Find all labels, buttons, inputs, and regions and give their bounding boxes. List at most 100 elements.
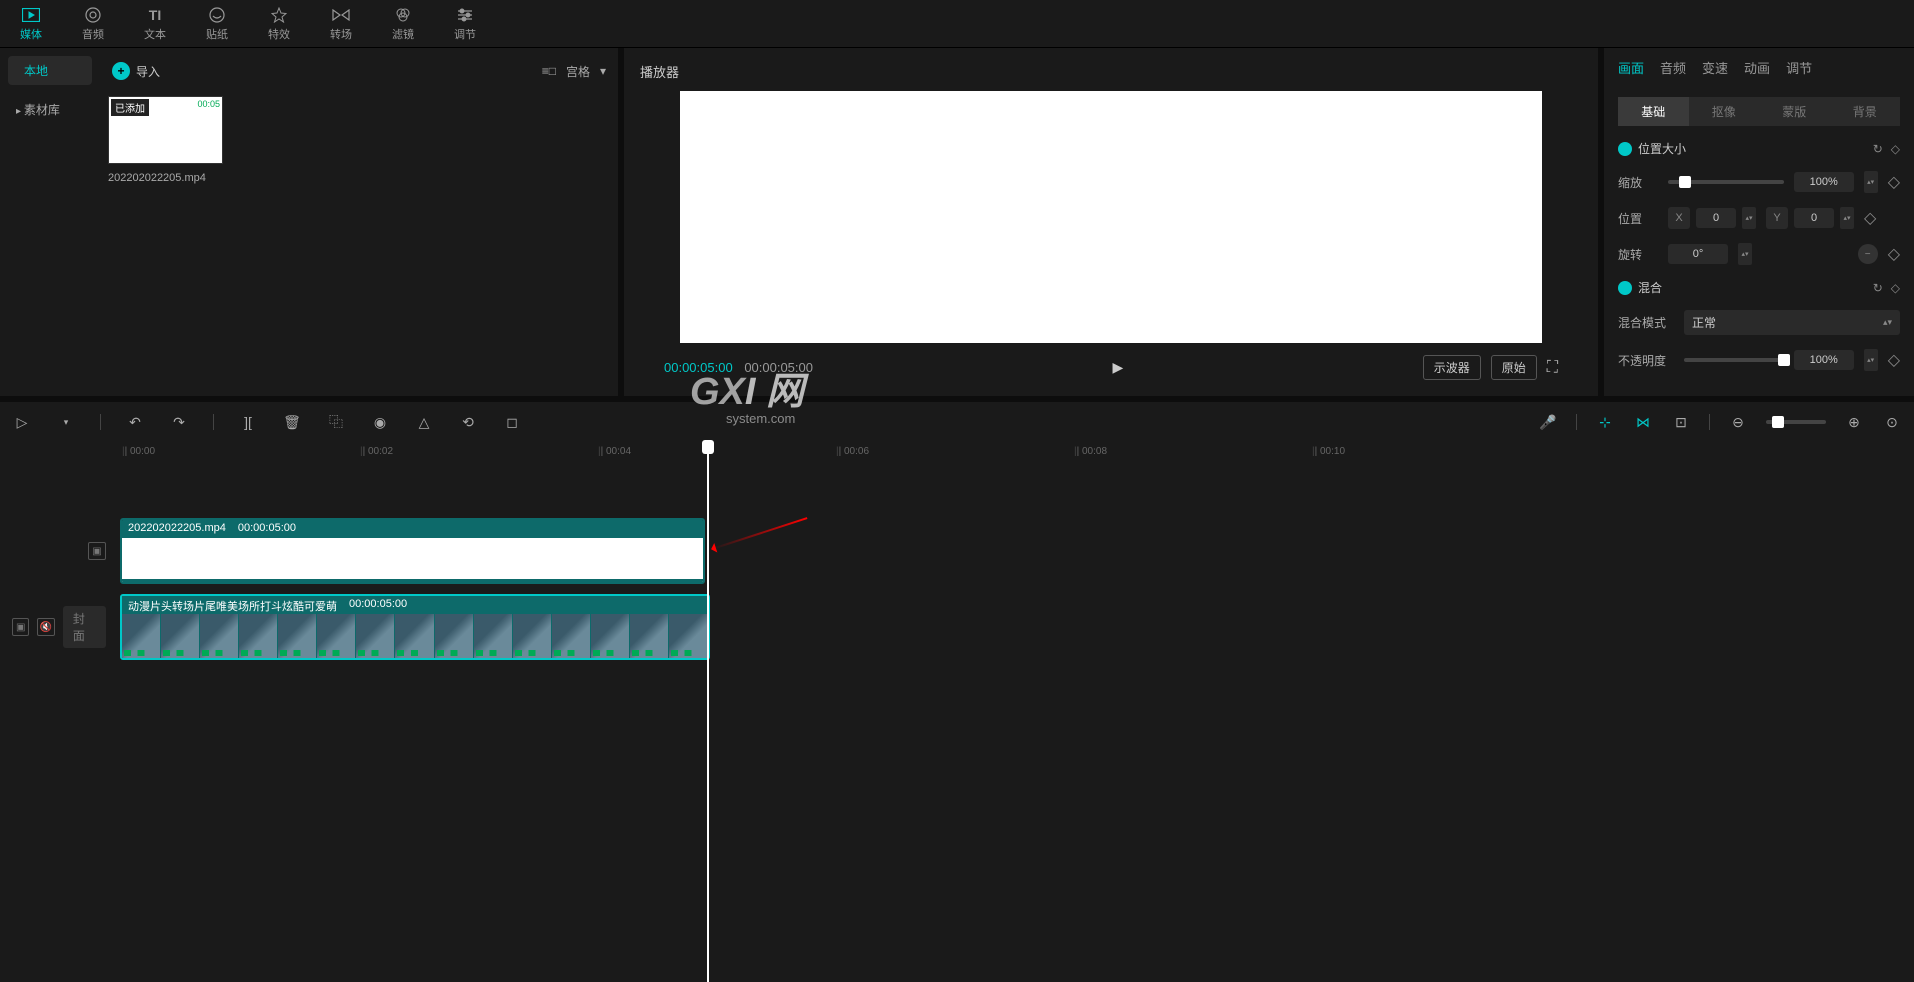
y-input[interactable]: 0	[1794, 208, 1834, 228]
subtab-basic[interactable]: 基础	[1618, 97, 1689, 126]
subtab-mask[interactable]: 蒙版	[1759, 97, 1830, 126]
tab-audio[interactable]: 音频	[1660, 58, 1686, 77]
playhead[interactable]	[707, 442, 709, 982]
reset-icon[interactable]: ↻	[1873, 281, 1883, 295]
chevron-down-icon[interactable]: ▾	[56, 412, 76, 432]
x-spinner[interactable]: ▴▾	[1742, 207, 1756, 229]
snap-tool[interactable]: ⊹	[1595, 412, 1615, 432]
opacity-label: 不透明度	[1618, 352, 1674, 369]
keyframe-icon[interactable]: ◇	[1888, 172, 1900, 192]
tab-speed[interactable]: 变速	[1702, 58, 1728, 77]
player-viewport[interactable]	[680, 91, 1542, 343]
nav-media[interactable]: 媒体	[20, 6, 42, 42]
mirror-tool[interactable]: △	[414, 412, 434, 432]
x-input[interactable]: 0	[1696, 208, 1736, 228]
scale-input[interactable]: 100%	[1794, 172, 1854, 192]
nav-sticker[interactable]: 贴纸	[206, 6, 228, 42]
rotate-spinner[interactable]: ▴▾	[1738, 243, 1752, 265]
keyframe-icon[interactable]: ◇	[1864, 208, 1876, 228]
rotate-input[interactable]: 0°	[1668, 244, 1728, 264]
sort-icon[interactable]: ≡□	[542, 64, 556, 78]
scale-slider[interactable]	[1668, 180, 1784, 184]
original-button[interactable]: 原始	[1491, 355, 1537, 380]
clip-1[interactable]: 202202022205.mp4 00:00:05:00	[120, 518, 705, 584]
nav-effect[interactable]: 特效	[268, 6, 290, 42]
audio-icon	[84, 6, 102, 24]
clip-name: 202202022205.mp4	[128, 522, 226, 536]
keyframe-icon[interactable]: ◇	[1888, 350, 1900, 370]
clip-name: 动漫片头转场片尾唯美场所打斗炫酷可爱萌	[128, 598, 337, 612]
undo-button[interactable]: ↶	[125, 412, 145, 432]
track-icon[interactable]: ▣	[12, 618, 29, 636]
delete-tool[interactable]: 🗑	[282, 412, 302, 432]
ruler-tick: | 00:10	[1312, 446, 1345, 457]
cover-button[interactable]: 封面	[63, 606, 106, 648]
play-button[interactable]: ▶	[1112, 359, 1123, 376]
media-thumb[interactable]: 已添加 00:05 202202022205.mp4	[108, 96, 223, 184]
tab-adjust[interactable]: 调节	[1786, 58, 1812, 77]
mute-icon[interactable]: 🔇	[37, 618, 54, 636]
zoom-out-button[interactable]: ⊖	[1728, 412, 1748, 432]
nav-text[interactable]: TI 文本	[144, 6, 166, 42]
subtab-bg[interactable]: 背景	[1830, 97, 1901, 126]
keyframe-icon[interactable]: ◇	[1888, 244, 1900, 264]
opacity-spinner[interactable]: ▴▾	[1864, 349, 1878, 371]
mic-icon[interactable]: 🎤	[1538, 412, 1558, 432]
nav-audio[interactable]: 音频	[82, 6, 104, 42]
timeline-ruler[interactable]: | 00:00 | 00:02 | 00:04 | 00:06 | 00:08 …	[12, 442, 1902, 466]
plus-icon: +	[112, 62, 130, 80]
section-blend: 混合 ↻ ◇	[1618, 279, 1900, 296]
track-row: ▣ 202202022205.mp4 00:00:05:00	[12, 516, 1902, 586]
adjust-icon	[456, 6, 474, 24]
keyframe-icon[interactable]: ◇	[1891, 281, 1900, 295]
player-panel: 播放器 00:00:05:00 00:00:05:00 ▶ 示波器 原始 ⛶	[624, 48, 1598, 396]
view-controls[interactable]: ≡□ 宫格 ▾	[542, 63, 606, 80]
check-icon[interactable]	[1618, 142, 1632, 156]
tab-anim[interactable]: 动画	[1744, 58, 1770, 77]
rotate-tool[interactable]: ⟲	[458, 412, 478, 432]
crop-tool[interactable]: ◻	[502, 412, 522, 432]
added-badge: 已添加	[111, 99, 149, 116]
scope-button[interactable]: 示波器	[1423, 355, 1481, 380]
split-tool[interactable]: ][	[238, 412, 258, 432]
scale-spinner[interactable]: ▴▾	[1864, 171, 1878, 193]
tab-picture[interactable]: 画面	[1618, 58, 1644, 77]
rotate-handle[interactable]: −	[1858, 244, 1878, 264]
local-tab[interactable]: 本地	[8, 56, 92, 85]
copy-tool[interactable]: ⿻	[326, 412, 346, 432]
ruler-tick: | 00:06	[836, 446, 869, 457]
track-icon[interactable]: ▣	[88, 542, 106, 560]
nav-adjust-label: 调节	[454, 26, 476, 42]
properties-panel: 画面 音频 变速 动画 调节 基础 抠像 蒙版 背景 位置大小 ↻ ◇ 缩放 1	[1604, 48, 1914, 396]
transition-icon	[332, 6, 350, 24]
keyframe-icon[interactable]: ◇	[1891, 142, 1900, 156]
scale-row: 缩放 100% ▴▾ ◇	[1618, 171, 1900, 193]
clip-2[interactable]: 动漫片头转场片尾唯美场所打斗炫酷可爱萌 00:00:05:00	[120, 594, 710, 660]
opacity-slider[interactable]	[1684, 358, 1784, 362]
zoom-in-button[interactable]: ⊕	[1844, 412, 1864, 432]
opacity-input[interactable]: 100%	[1794, 350, 1854, 370]
y-spinner[interactable]: ▴▾	[1840, 207, 1854, 229]
align-tool[interactable]: ⊡	[1671, 412, 1691, 432]
import-button[interactable]: + 导入	[112, 62, 160, 80]
select-tool[interactable]: ▷	[12, 412, 32, 432]
subtab-cutout[interactable]: 抠像	[1689, 97, 1760, 126]
main-row: 本地 素材库 + 导入 ≡□ 宫格 ▾ 已添加	[0, 48, 1914, 396]
nav-filter[interactable]: 滤镜	[392, 6, 414, 42]
reset-icon[interactable]: ↻	[1873, 142, 1883, 156]
nav-transition[interactable]: 转场	[330, 6, 352, 42]
rotate-row: 旋转 0° ▴▾ − ◇	[1618, 243, 1900, 265]
media-sidebar: 本地 素材库	[0, 48, 100, 396]
zoom-fit-button[interactable]: ⊙	[1882, 412, 1902, 432]
nav-adjust[interactable]: 调节	[454, 6, 476, 42]
nav-media-label: 媒体	[20, 26, 42, 42]
freeze-tool[interactable]: ◉	[370, 412, 390, 432]
zoom-slider[interactable]	[1766, 420, 1826, 424]
blend-mode-select[interactable]: 正常 ▴▾	[1684, 310, 1900, 335]
timeline[interactable]: | 00:00 | 00:02 | 00:04 | 00:06 | 00:08 …	[0, 442, 1914, 982]
fullscreen-icon[interactable]: ⛶	[1547, 359, 1558, 377]
link-tool[interactable]: ⋈	[1633, 412, 1653, 432]
check-icon[interactable]	[1618, 281, 1632, 295]
redo-button[interactable]: ↷	[169, 412, 189, 432]
library-tab[interactable]: 素材库	[8, 95, 92, 124]
